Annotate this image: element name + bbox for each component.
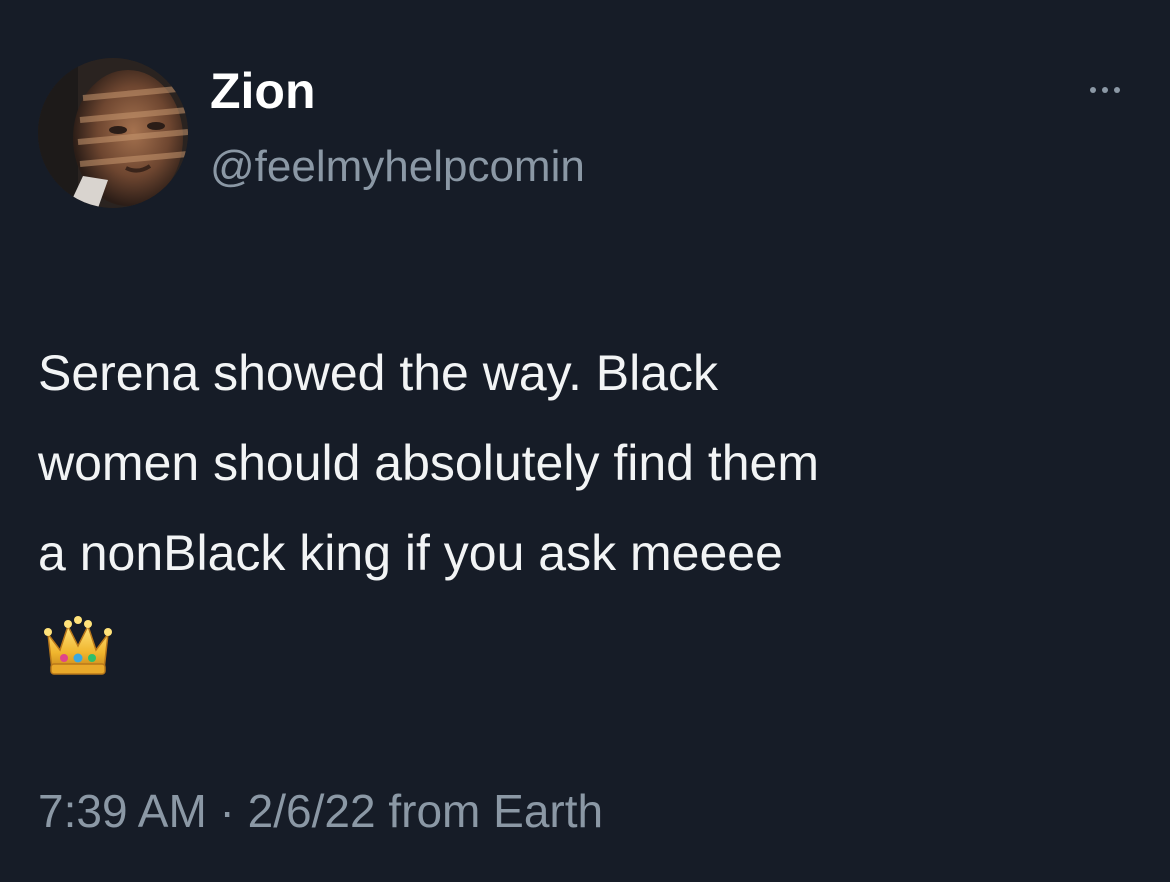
- more-options-icon[interactable]: [1080, 80, 1130, 100]
- avatar[interactable]: [38, 58, 188, 208]
- dot: [1090, 87, 1096, 93]
- dot: [1114, 87, 1120, 93]
- user-handle[interactable]: @feelmyhelpcomin: [210, 142, 585, 192]
- tweet-text-line: Serena showed the way. Black: [38, 345, 719, 401]
- dot: [1102, 87, 1108, 93]
- avatar-photo-icon: [38, 58, 188, 208]
- crown-emoji-icon: [42, 612, 114, 678]
- meta-separator: ·: [206, 785, 248, 837]
- tweet-source: from Earth: [375, 785, 604, 837]
- tweet-text: Serena showed the way. Black women shoul…: [38, 328, 1138, 598]
- tweet-card[interactable]: Zion @feelmyhelpcomin Serena showed the …: [0, 0, 1170, 882]
- tweet-text-line: women should absolutely find them: [38, 435, 820, 491]
- tweet-date[interactable]: 2/6/22: [248, 785, 376, 837]
- display-name[interactable]: Zion: [210, 62, 316, 120]
- tweet-time[interactable]: 7:39 AM: [38, 785, 207, 837]
- tweet-meta: 7:39 AM · 2/6/22 from Earth: [38, 784, 603, 838]
- tweet-text-line: a nonBlack king if you ask meeee: [38, 525, 783, 581]
